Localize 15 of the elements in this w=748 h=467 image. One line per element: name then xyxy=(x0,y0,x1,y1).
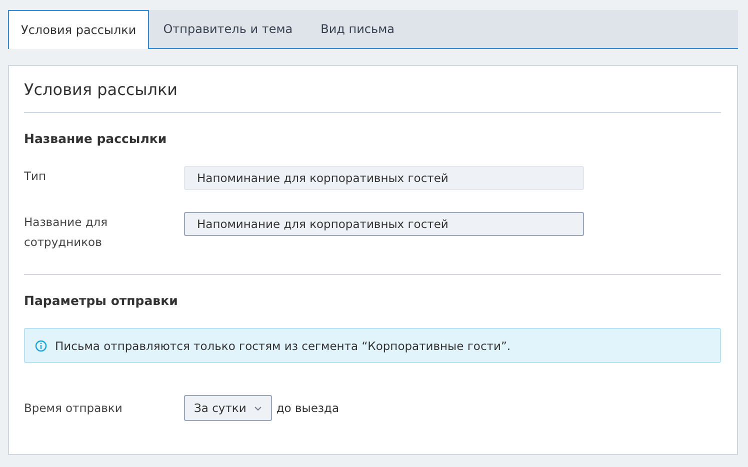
tab[interactable]: Отправитель и тема xyxy=(149,10,307,48)
suffix-text: до выезда xyxy=(276,401,340,415)
dropdown[interactable]: За сутки xyxy=(184,395,272,421)
caret-icon xyxy=(254,406,262,410)
section-heading: Параметры отправки xyxy=(24,293,179,308)
field-label: Название для сотрудников xyxy=(24,214,109,251)
field-label: Тип xyxy=(24,168,48,185)
section-heading: Название рассылки xyxy=(24,131,168,146)
input-field[interactable]: Напоминание для корпоративных гостей xyxy=(184,212,584,236)
info-icon xyxy=(35,340,47,352)
field-label: Время отправки xyxy=(24,400,124,417)
info-text: Письма отправляются только гостям из сегмента “Корпоративные гости”. xyxy=(55,338,511,352)
tab[interactable]: Вид письма xyxy=(306,10,409,48)
tab[interactable]: Условия рассылки xyxy=(8,10,150,49)
panel-title: Условия рассылки xyxy=(24,79,179,101)
